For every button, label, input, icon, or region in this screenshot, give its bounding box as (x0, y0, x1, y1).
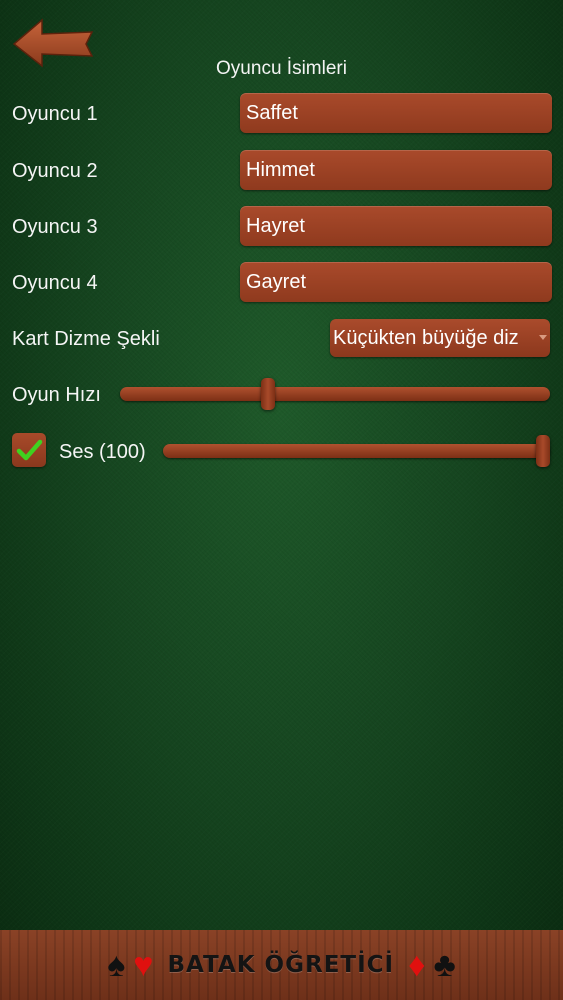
dropdown-arrow-icon (539, 335, 547, 340)
player-2-name-input[interactable] (240, 150, 552, 190)
player-3-name-input[interactable] (240, 206, 552, 246)
player-4-label: Oyuncu 4 (12, 272, 98, 294)
card-sort-label: Kart Dizme Şekli (12, 328, 160, 350)
player-1-name-input[interactable] (240, 93, 552, 133)
heart-icon: ♥ (133, 946, 154, 984)
sound-checkbox[interactable] (12, 433, 46, 467)
page-title: Oyuncu İsimleri (216, 58, 347, 79)
footer-banner: ♠ ♥ BATAK ÖĞRETİCİ ♦ ♣ (0, 930, 563, 1000)
game-speed-label: Oyun Hızı (12, 384, 101, 406)
card-sort-selected-value: Küçükten büyüğe diz (333, 327, 519, 349)
game-speed-slider[interactable] (120, 378, 550, 410)
player-4-name-input[interactable] (240, 262, 552, 302)
footer-title: BATAK ÖĞRETİCİ (167, 952, 395, 978)
card-sort-select[interactable]: Küçükten büyüğe diz (330, 319, 550, 357)
sound-label: Ses (100) (59, 441, 146, 463)
club-icon: ♣ (433, 946, 456, 984)
player-3-label: Oyuncu 3 (12, 216, 98, 238)
diamond-icon: ♦ (408, 946, 426, 984)
spade-icon: ♠ (107, 946, 126, 984)
game-speed-slider-thumb[interactable] (261, 378, 275, 410)
player-2-label: Oyuncu 2 (12, 160, 98, 182)
sound-volume-slider[interactable] (163, 435, 550, 467)
player-1-label: Oyuncu 1 (12, 103, 98, 125)
sound-volume-slider-thumb[interactable] (536, 435, 550, 467)
checkmark-icon (16, 439, 43, 461)
